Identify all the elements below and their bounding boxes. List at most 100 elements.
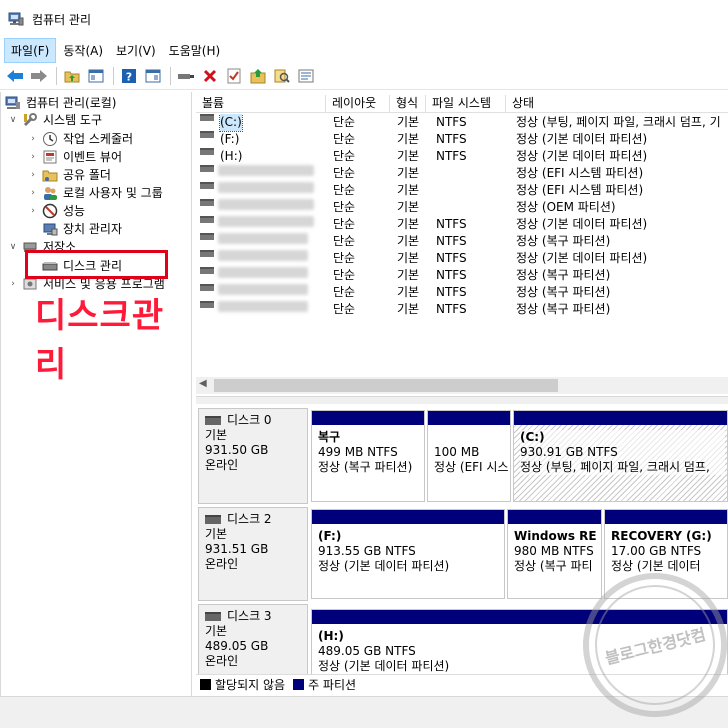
tree-item-event-viewer[interactable]: › 이벤트 뷰어 [27,148,122,165]
delete-icon[interactable] [199,65,221,87]
export-icon[interactable] [247,65,269,87]
volume-layout: 단순 [333,183,356,197]
tree-item-system-tools[interactable]: ∨ 시스템 도구 [7,111,102,128]
volume-layout: 단순 [333,268,356,282]
volume-layout: 단순 [333,149,356,163]
volume-disk-icon [200,114,214,121]
volume-row[interactable]: 단순 기본 정상 (EFI 시스템 파티션) [196,182,728,199]
disk-icon [205,515,221,524]
tree-item-performance[interactable]: › 성능 [27,202,85,219]
volume-status: 정상 (부팅, 페이지 파일, 크래시 덤프, 기 [516,115,721,129]
tree-item-root[interactable]: 컴퓨터 관리(로컬) [5,94,116,111]
volume-row[interactable]: 단순 기본 NTFS 정상 (복구 파티션) [196,301,728,318]
redacted-volume-name [218,199,314,210]
volume-row[interactable]: 단순 기본 NTFS 정상 (복구 파티션) [196,233,728,250]
partition-c[interactable]: (C:) 930.91 GB NTFS 정상 (부팅, 페이지 파일, 크래시 … [513,410,728,502]
column-header-filesystem[interactable]: 파일 시스템 [426,95,506,113]
chevron-right-icon[interactable]: › [27,206,39,216]
partition-status: 정상 (기본 데이터 [611,559,701,573]
tree-item-device-manager[interactable]: 장치 관리자 [42,220,122,237]
partition-title: 복구 [318,430,341,444]
volume-status: 정상 (OEM 파티션) [516,200,616,214]
chevron-right-icon[interactable]: › [27,188,39,198]
volume-status: 정상 (기본 데이터 파티션) [516,217,648,231]
partition-status: 정상 (부팅, 페이지 파일, 크래시 덤프, [520,460,710,474]
toolbar: ? [0,63,728,90]
tree-label: 공유 폴더 [63,168,111,182]
volume-row[interactable]: (F:) 단순 기본 NTFS 정상 (기본 데이터 파티션) [196,131,728,148]
search-icon[interactable] [271,65,293,87]
disk-name: 디스크 0 [227,413,272,427]
show-pane-icon[interactable] [142,65,164,87]
volume-status: 정상 (복구 파티션) [516,234,611,248]
volume-status: 정상 (EFI 시스템 파티션) [516,183,644,197]
tools-icon [22,112,38,128]
column-header-status[interactable]: 상태 [506,95,728,113]
disk-0-label[interactable]: 디스크 0 기본 931.50 GB 온라인 [198,408,308,504]
forward-arrow-icon[interactable] [28,65,50,87]
column-header-layout[interactable]: 레이아웃 [326,95,390,113]
volume-row[interactable]: 단순 기본 정상 (OEM 파티션) [196,199,728,216]
scroll-left-icon[interactable]: ◀ [199,378,207,389]
partition-title: RECOVERY (G:) [611,529,712,543]
svg-text:?: ? [126,71,132,84]
disk-size: 489.05 GB [205,639,269,653]
volume-row[interactable]: (C:) 단순 기본 NTFS 정상 (부팅, 페이지 파일, 크래시 덤프, 기 [196,114,728,132]
connect-icon[interactable] [175,65,197,87]
volume-disk-icon [200,148,214,155]
tree-item-shared-folders[interactable]: › 공유 폴더 [27,166,111,183]
volume-type: 기본 [397,115,420,129]
disk-2-label[interactable]: 디스크 2 기본 931.51 GB 온라인 [198,507,308,601]
title-bar: 컴퓨터 관리 [0,0,728,38]
chevron-down-icon[interactable]: ∨ [7,242,19,252]
partition-windows-re[interactable]: Windows RE t 980 MB NTFS 정상 (복구 파티 [507,509,602,599]
menu-file[interactable]: 파일(F) [4,38,57,63]
tree-item-task-scheduler[interactable]: › 작업 스케줄러 [27,130,133,147]
chevron-down-icon[interactable]: ∨ [7,115,19,125]
tree-label: 장치 관리자 [63,222,123,236]
disk-3-label[interactable]: 디스크 3 기본 489.05 GB 온라인 [198,604,308,676]
chevron-right-icon[interactable]: › [27,134,39,144]
volume-row[interactable]: 단순 기본 NTFS 정상 (복구 파티션) [196,284,728,301]
volume-disk-icon [200,301,214,308]
scrollbar-thumb[interactable] [214,379,558,392]
volume-row[interactable]: 단순 기본 정상 (EFI 시스템 파티션) [196,165,728,182]
show-hide-tree-icon[interactable] [85,65,107,87]
redacted-volume-name [218,233,308,244]
chevron-right-icon[interactable]: › [27,152,39,162]
horizontal-scrollbar[interactable]: ◀ [196,377,728,394]
volume-type: 기본 [397,132,420,146]
volume-row[interactable]: (H:) 단순 기본 NTFS 정상 (기본 데이터 파티션) [196,148,728,165]
column-header-volume[interactable]: 볼륨 [196,95,326,113]
pane-splitter[interactable] [196,396,728,404]
disk-kind: 기본 [205,428,228,442]
volume-layout: 단순 [333,302,356,316]
back-arrow-icon[interactable] [4,65,26,87]
tree-item-local-users[interactable]: › 로컬 사용자 및 그룹 [27,184,163,201]
redacted-volume-name [218,216,314,227]
list-icon[interactable] [295,65,317,87]
volume-row[interactable]: 단순 기본 NTFS 정상 (기본 데이터 파티션) [196,250,728,267]
event-viewer-icon [42,149,58,165]
partition-f[interactable]: (F:) 913.55 GB NTFS 정상 (기본 데이터 파티션) [311,509,505,599]
volume-row[interactable]: 단순 기본 NTFS 정상 (복구 파티션) [196,267,728,284]
properties-icon[interactable] [223,65,245,87]
menu-view[interactable]: 보기(V) [110,39,162,62]
chevron-right-icon[interactable]: › [27,170,39,180]
partition-size: 100 MB [434,445,480,459]
partition-bar [514,411,727,425]
menu-help[interactable]: 도움말(H) [163,39,227,62]
menu-action[interactable]: 동작(A) [57,39,109,62]
volume-filesystem: NTFS [436,132,467,146]
partition-efi[interactable]: 100 MB 정상 (EFI 시스 [427,410,511,502]
partition-size: 499 MB NTFS [318,445,398,459]
help-icon[interactable]: ? [118,65,140,87]
volume-type: 기본 [397,149,420,163]
volume-name: (H:) [220,149,243,163]
computer-management-icon [5,95,21,111]
column-header-type[interactable]: 형식 [390,95,426,113]
up-folder-icon[interactable] [61,65,83,87]
volume-row[interactable]: 단순 기본 NTFS 정상 (기본 데이터 파티션) [196,216,728,233]
chevron-right-icon[interactable]: › [7,279,19,289]
partition-recovery[interactable]: 복구 499 MB NTFS 정상 (복구 파티션) [311,410,425,502]
